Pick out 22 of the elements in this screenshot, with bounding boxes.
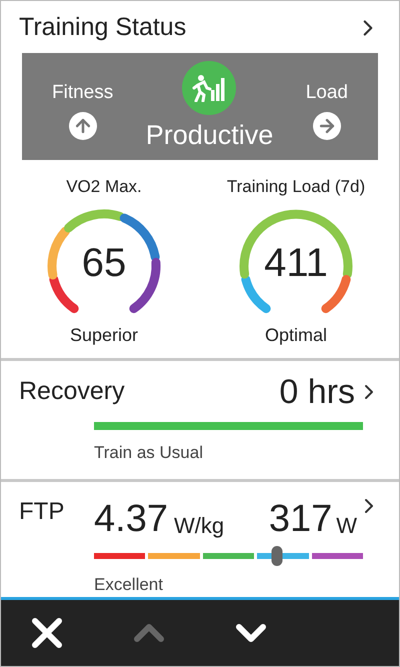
ftp-ratio-unit: W/kg — [174, 514, 224, 537]
ftp-ratio-value: 4.37 — [94, 500, 168, 538]
arrow-up-icon — [68, 112, 97, 140]
ftp-power-value: 317 — [268, 500, 332, 538]
gauge-title: Training Load (7d) — [226, 176, 366, 198]
gauge-value: 411 — [264, 242, 328, 283]
load-label: Load — [306, 81, 348, 106]
status-label: Productive — [146, 119, 274, 152]
recovery-label: Recovery — [19, 376, 125, 407]
fitness-label: Fitness — [52, 81, 114, 106]
gauge-rating: Superior — [70, 324, 138, 346]
gauge-rating: Optimal — [264, 324, 327, 346]
ftp-rating: Excellent — [94, 574, 164, 596]
page-title: Training Status — [19, 12, 186, 44]
ftp-marker — [271, 546, 282, 566]
recovery-advice: Train as Usual — [94, 442, 204, 464]
ftp-label: FTP — [19, 496, 66, 527]
ftp-power-unit: W — [336, 514, 357, 537]
recovery-value: 0 hrs — [279, 374, 355, 409]
arrow-right-icon — [312, 112, 341, 140]
gauge-title: VO2 Max. — [66, 176, 142, 198]
gauge-value: 65 — [82, 242, 126, 283]
